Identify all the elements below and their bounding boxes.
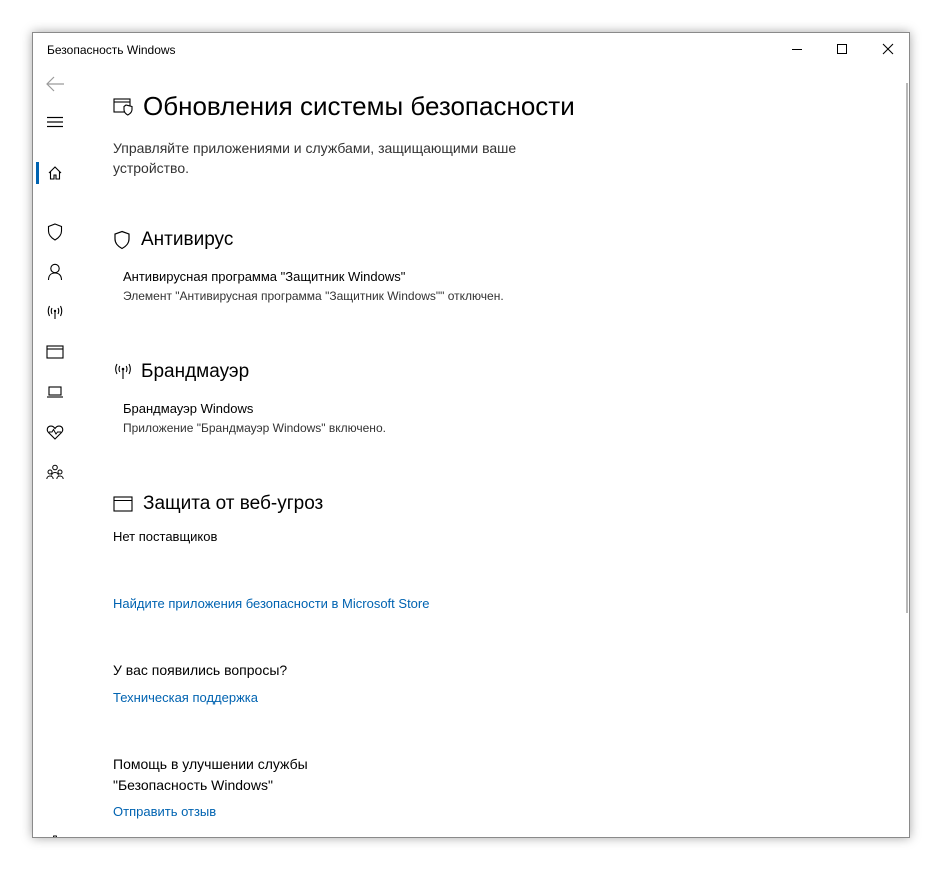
nav-home[interactable] (33, 153, 77, 193)
web-protection-empty-text: Нет поставщиков (113, 529, 218, 544)
microsoft-store-link[interactable]: Найдите приложения безопасности в Micros… (113, 596, 429, 611)
nav-device-health[interactable] (33, 415, 77, 449)
firewall-provider-status: Приложение "Брандмауэр Windows" включено… (123, 421, 386, 435)
nav-firewall[interactable] (33, 295, 77, 329)
minimize-button[interactable] (774, 33, 820, 65)
firewall-section-header: Брандмауэр (113, 361, 249, 383)
web-protection-section-header: Защита от веб-угроз (113, 493, 323, 515)
maximize-icon (837, 44, 847, 54)
person-icon (47, 263, 63, 281)
menu-button[interactable] (33, 105, 77, 139)
antivirus-section-title: Антивирус (141, 229, 234, 250)
nav-family-options[interactable] (33, 455, 77, 489)
antivirus-provider-status: Элемент "Антивирусная программа "Защитни… (123, 289, 504, 303)
hamburger-menu-icon (47, 116, 63, 128)
back-arrow-icon (46, 76, 64, 92)
family-icon (46, 464, 64, 480)
browser-window-icon (46, 345, 64, 359)
back-button[interactable] (33, 67, 77, 101)
scrollbar[interactable] (906, 83, 908, 613)
minimize-icon (792, 49, 802, 50)
nav-virus-protection[interactable] (33, 215, 77, 249)
nav-active-indicator (36, 162, 39, 184)
window-title: Безопасность Windows (47, 43, 176, 57)
support-question: У вас появились вопросы? (113, 662, 288, 678)
title-bar: Безопасность Windows (33, 33, 909, 67)
improve-service-text: Помощь в улучшении службы "Безопасность … (113, 756, 308, 793)
nav-device-security[interactable] (33, 375, 77, 409)
close-button[interactable] (865, 33, 909, 65)
nav-settings[interactable] (33, 827, 77, 837)
antivirus-section-header: Антивирус (113, 229, 233, 251)
firewall-provider-name: Брандмауэр Windows (123, 401, 254, 416)
app-window: Безопасность Windows Обновления системы … (32, 32, 910, 838)
laptop-icon (47, 386, 63, 398)
page-header: Обновления системы безопасности (113, 91, 575, 122)
sidebar (33, 67, 77, 837)
nav-account-protection[interactable] (33, 255, 77, 289)
maximize-button[interactable] (819, 33, 865, 65)
shield-icon (114, 230, 130, 250)
shield-icon (47, 223, 63, 241)
page-title: Обновления системы безопасности (143, 91, 575, 121)
wifi-antenna-icon (115, 363, 131, 379)
send-feedback-link[interactable]: Отправить отзыв (113, 804, 216, 819)
wifi-antenna-icon (47, 305, 63, 319)
browser-window-icon (113, 496, 133, 512)
web-protection-section-title: Защита от веб-угроз (143, 493, 324, 514)
nav-app-browser-control[interactable] (33, 335, 77, 369)
security-providers-icon (113, 97, 133, 116)
home-icon (48, 166, 62, 180)
gear-icon (52, 835, 58, 837)
firewall-section-title: Брандмауэр (141, 361, 250, 382)
close-icon (882, 43, 894, 55)
antivirus-provider-name: Антивирусная программа "Защитник Windows… (123, 269, 406, 284)
page-description: Управляйте приложениями и службами, защи… (113, 140, 517, 176)
heart-health-icon (46, 425, 64, 440)
tech-support-link[interactable]: Техническая поддержка (113, 690, 258, 705)
